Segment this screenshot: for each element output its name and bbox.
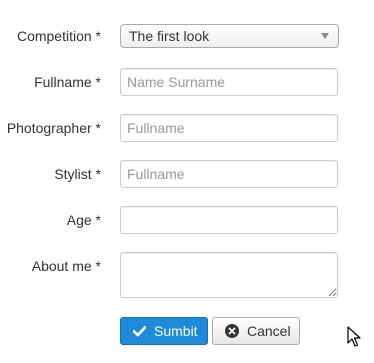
close-circle-icon <box>225 324 239 338</box>
stylist-label: Stylist * <box>54 166 101 182</box>
fullname-label: Fullname * <box>34 74 101 90</box>
mouse-pointer-icon <box>347 326 361 351</box>
fullname-input[interactable] <box>120 68 338 96</box>
about-me-label: About me * <box>31 258 101 274</box>
stylist-input[interactable] <box>120 160 338 188</box>
check-icon <box>133 325 146 337</box>
photographer-input[interactable] <box>120 114 338 142</box>
competition-label: Competition * <box>16 28 101 44</box>
cancel-button-label: Cancel <box>247 323 291 339</box>
submit-button[interactable]: Sumbit <box>120 317 208 345</box>
age-label: Age * <box>66 212 101 228</box>
photographer-label: Photographer * <box>6 120 101 136</box>
cancel-button[interactable]: Cancel <box>212 317 300 345</box>
competition-select[interactable]: The first look <box>120 24 339 48</box>
age-input[interactable] <box>120 206 338 234</box>
registration-form: Competition * The first look Fullname * … <box>0 0 374 363</box>
caret-down-icon <box>321 33 329 39</box>
about-me-textarea[interactable] <box>120 252 338 298</box>
competition-selected-value: The first look <box>129 28 210 44</box>
submit-button-label: Sumbit <box>154 323 198 339</box>
